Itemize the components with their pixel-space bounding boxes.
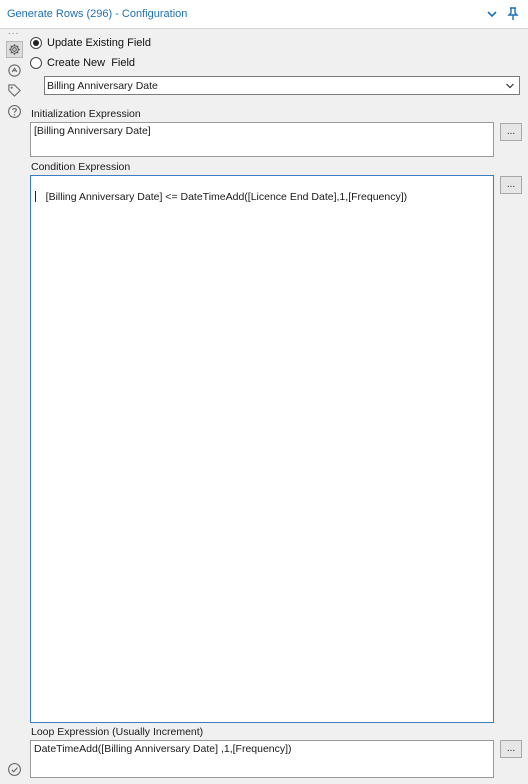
check-circle-icon[interactable] — [7, 762, 22, 777]
loop-expression-button[interactable]: ... — [500, 740, 522, 758]
update-existing-field-option[interactable]: Update Existing Field — [30, 35, 151, 51]
title-bar: Generate Rows (296) - Configuration — [0, 0, 528, 29]
text-caret — [35, 191, 36, 202]
create-new-field-option[interactable]: Create New Field — [30, 55, 135, 71]
radio-label: Update Existing Field — [47, 37, 151, 49]
sidebar-item-tags[interactable] — [6, 82, 23, 99]
configuration-panel: Update Existing Field Create New Field B… — [28, 29, 528, 784]
chevron-down-icon — [505, 81, 515, 94]
sidebar-item-help[interactable] — [6, 103, 23, 120]
loop-expression-label: Loop Expression (Usually Increment) — [31, 726, 204, 738]
condition-expression-button[interactable]: ... — [500, 176, 522, 194]
sidebar-item-configuration[interactable] — [6, 41, 23, 58]
field-select-value: Billing Anniversary Date — [47, 80, 158, 92]
radio-create-new[interactable] — [30, 57, 42, 69]
sidebar-dots: ... — [8, 26, 20, 37]
sidebar-item-annotation[interactable] — [6, 62, 23, 79]
init-expression-button[interactable]: ... — [500, 123, 522, 141]
radio-update-existing[interactable] — [30, 37, 42, 49]
pin-icon[interactable] — [505, 6, 521, 22]
condition-expression-text: [Billing Anniversary Date] <= DateTimeAd… — [45, 191, 408, 203]
sidebar: ... — [0, 26, 28, 784]
help-icon — [8, 105, 21, 118]
radio-label: Create New Field — [47, 57, 136, 69]
init-expression-input[interactable]: [Billing Anniversary Date] — [30, 122, 494, 157]
window-title: Generate Rows (296) - Configuration — [7, 8, 188, 20]
init-expression-label: Initialization Expression — [31, 108, 141, 120]
gear-icon — [9, 44, 20, 55]
condition-expression-input[interactable]: [Billing Anniversary Date] <= DateTimeAd… — [30, 175, 494, 723]
annotation-icon — [8, 64, 21, 77]
tag-icon — [8, 84, 21, 97]
condition-expression-label: Condition Expression — [31, 161, 131, 173]
chevron-down-icon[interactable] — [484, 6, 500, 22]
loop-expression-input[interactable]: DateTimeAdd([Billing Anniversary Date] ,… — [30, 740, 494, 778]
field-select[interactable]: Billing Anniversary Date — [44, 76, 520, 95]
